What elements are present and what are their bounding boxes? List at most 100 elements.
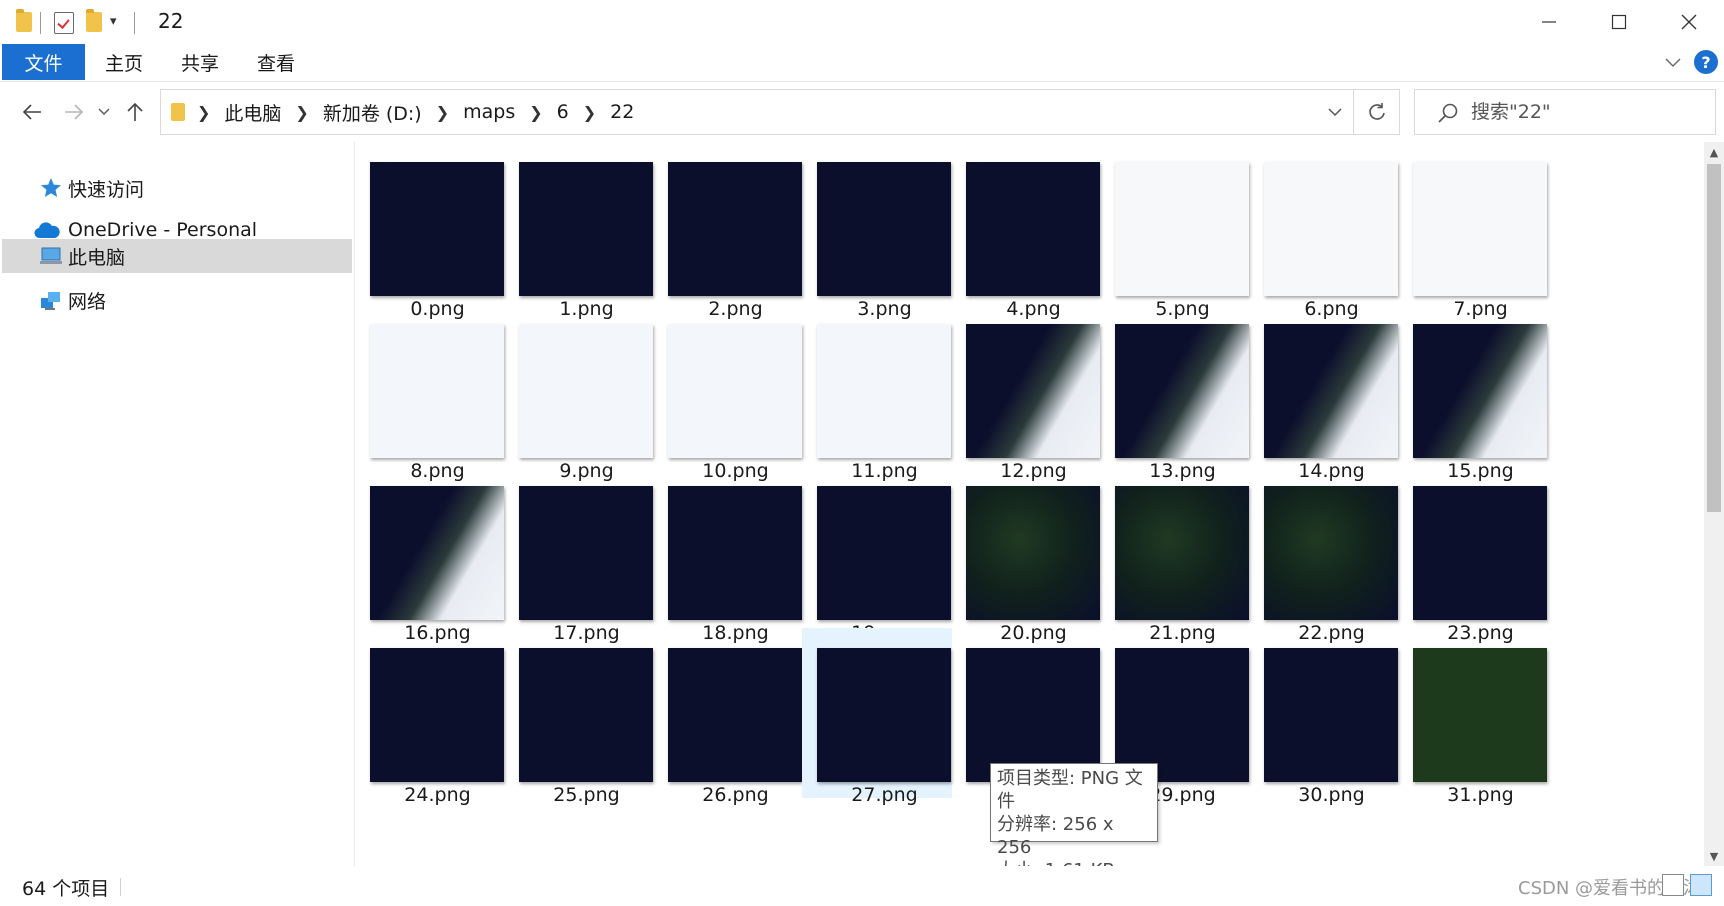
details-view-button[interactable] bbox=[1662, 874, 1684, 896]
address-history-button[interactable] bbox=[1323, 100, 1347, 124]
file-name: 27.png bbox=[851, 784, 918, 806]
breadcrumb-this-pc[interactable]: 此电脑 bbox=[224, 99, 281, 126]
file-tooltip: 项目类型: PNG 文件 分辨率: 256 x 256 大小: 1.61 KB bbox=[990, 763, 1158, 881]
file-item[interactable]: 23.png bbox=[1398, 466, 1548, 644]
vertical-scrollbar[interactable]: ▲ ▼ bbox=[1704, 142, 1724, 866]
file-item[interactable]: 13.png bbox=[1100, 304, 1250, 482]
navigation-pane: 快速访问 OneDrive - Personal 此电脑 网络 bbox=[0, 142, 355, 866]
file-item[interactable]: 25.png bbox=[504, 628, 654, 806]
scroll-down-button[interactable]: ▼ bbox=[1704, 846, 1724, 866]
navigation-row: ❯ 此电脑 ❯ 新加卷 (D:) ❯ maps ❯ 6 ❯ 22 bbox=[0, 82, 1724, 142]
chevron-right-icon[interactable]: ❯ bbox=[197, 103, 210, 122]
arrow-right-icon bbox=[65, 104, 84, 120]
breadcrumb-6[interactable]: 6 bbox=[557, 101, 569, 123]
file-item[interactable]: 0.png bbox=[356, 142, 505, 320]
chevron-right-icon[interactable]: ❯ bbox=[295, 103, 308, 122]
scrollbar-thumb[interactable] bbox=[1707, 164, 1721, 512]
refresh-button[interactable] bbox=[1353, 90, 1399, 134]
file-item[interactable]: 4.png bbox=[951, 142, 1101, 320]
nav-item-label: 此电脑 bbox=[68, 246, 126, 269]
search-icon bbox=[1438, 103, 1458, 123]
file-item[interactable]: 31.png bbox=[1398, 628, 1548, 806]
file-item[interactable]: 12.png bbox=[951, 304, 1101, 482]
tab-share[interactable]: 共享 bbox=[168, 44, 232, 80]
file-item[interactable]: 1.png bbox=[504, 142, 654, 320]
file-item[interactable]: 20.png bbox=[951, 466, 1101, 644]
file-thumbnail bbox=[966, 486, 1100, 620]
recent-locations-button[interactable] bbox=[94, 94, 114, 130]
close-icon bbox=[1681, 14, 1697, 30]
file-item[interactable]: 6.png bbox=[1249, 142, 1399, 320]
file-thumbnail bbox=[1115, 648, 1249, 782]
chevron-right-icon[interactable]: ❯ bbox=[529, 103, 542, 122]
large-icons-view-button[interactable] bbox=[1690, 874, 1712, 896]
properties-icon[interactable] bbox=[54, 12, 74, 34]
refresh-icon bbox=[1368, 103, 1385, 120]
file-item[interactable]: 8.png bbox=[356, 304, 505, 482]
back-button[interactable] bbox=[14, 94, 50, 130]
minimize-button[interactable] bbox=[1514, 0, 1584, 44]
tab-home[interactable]: 主页 bbox=[92, 44, 156, 80]
file-item[interactable]: 3.png bbox=[802, 142, 952, 320]
breadcrumb-drive-d[interactable]: 新加卷 (D:) bbox=[323, 99, 422, 126]
tab-file[interactable]: 文件 bbox=[2, 44, 85, 80]
file-thumbnail bbox=[966, 648, 1100, 782]
file-thumbnail bbox=[668, 324, 802, 458]
file-item[interactable]: 9.png bbox=[504, 304, 654, 482]
nav-item-this-pc[interactable]: 此电脑 bbox=[2, 239, 352, 273]
close-button[interactable] bbox=[1654, 0, 1724, 44]
search-box[interactable] bbox=[1414, 89, 1716, 135]
file-item[interactable]: 7.png bbox=[1398, 142, 1548, 320]
file-item[interactable]: 14.png bbox=[1249, 304, 1399, 482]
file-thumbnail bbox=[519, 162, 653, 296]
file-item[interactable]: 15.png bbox=[1398, 304, 1548, 482]
file-item[interactable]: 2.png bbox=[653, 142, 803, 320]
tab-view[interactable]: 查看 bbox=[244, 44, 308, 80]
file-thumbnail bbox=[1413, 324, 1547, 458]
file-name: 31.png bbox=[1447, 784, 1514, 806]
breadcrumb-22[interactable]: 22 bbox=[610, 101, 634, 123]
maximize-icon bbox=[1611, 14, 1627, 30]
file-item[interactable]: 16.png bbox=[356, 466, 505, 644]
file-item[interactable]: 17.png bbox=[504, 466, 654, 644]
file-item[interactable]: 21.png bbox=[1100, 466, 1250, 644]
scroll-up-button[interactable]: ▲ bbox=[1704, 142, 1724, 162]
file-item[interactable]: 27.png bbox=[802, 628, 952, 806]
file-item[interactable]: 19.png bbox=[802, 466, 952, 644]
file-item[interactable]: 5.png bbox=[1100, 142, 1250, 320]
forward-button[interactable] bbox=[56, 94, 92, 130]
file-item[interactable]: 30.png bbox=[1249, 628, 1399, 806]
expand-ribbon-button[interactable] bbox=[1662, 52, 1684, 74]
tooltip-item-type: 项目类型: PNG 文件 bbox=[997, 768, 1143, 812]
file-thumbnail bbox=[1413, 648, 1547, 782]
status-bar: 64 个项目 CSDN @爱看书的小沐 bbox=[0, 866, 1724, 906]
nav-item-quick-access[interactable]: 快速访问 bbox=[2, 170, 352, 206]
search-input[interactable] bbox=[1471, 90, 1701, 134]
file-thumbnail bbox=[519, 324, 653, 458]
file-thumbnail bbox=[817, 648, 951, 782]
title-separator bbox=[134, 12, 135, 34]
file-name: 24.png bbox=[404, 784, 471, 806]
help-button[interactable]: ? bbox=[1694, 50, 1718, 74]
address-bar[interactable]: ❯ 此电脑 ❯ 新加卷 (D:) ❯ maps ❯ 6 ❯ 22 bbox=[160, 89, 1400, 135]
customize-toolbar-icon[interactable]: ▾ bbox=[110, 14, 117, 29]
file-thumbnail bbox=[1413, 162, 1547, 296]
breadcrumb-maps[interactable]: maps bbox=[463, 101, 515, 123]
new-folder-icon[interactable] bbox=[86, 9, 102, 32]
up-button[interactable] bbox=[120, 94, 150, 130]
chevron-right-icon[interactable]: ❯ bbox=[583, 103, 596, 122]
maximize-button[interactable] bbox=[1584, 0, 1654, 44]
file-item[interactable]: 11.png bbox=[802, 304, 952, 482]
file-thumbnail bbox=[668, 486, 802, 620]
file-item[interactable]: 24.png bbox=[356, 628, 505, 806]
chevron-right-icon[interactable]: ❯ bbox=[436, 103, 449, 122]
file-thumbnail bbox=[370, 486, 504, 620]
nav-item-network[interactable]: 网络 bbox=[2, 282, 352, 318]
chevron-down-icon bbox=[1328, 107, 1342, 116]
chevron-down-icon bbox=[1665, 58, 1681, 67]
nav-item-label: 网络 bbox=[68, 290, 107, 313]
file-item[interactable]: 22.png bbox=[1249, 466, 1399, 644]
file-item[interactable]: 10.png bbox=[653, 304, 803, 482]
file-item[interactable]: 18.png bbox=[653, 466, 803, 644]
file-item[interactable]: 26.png bbox=[653, 628, 803, 806]
